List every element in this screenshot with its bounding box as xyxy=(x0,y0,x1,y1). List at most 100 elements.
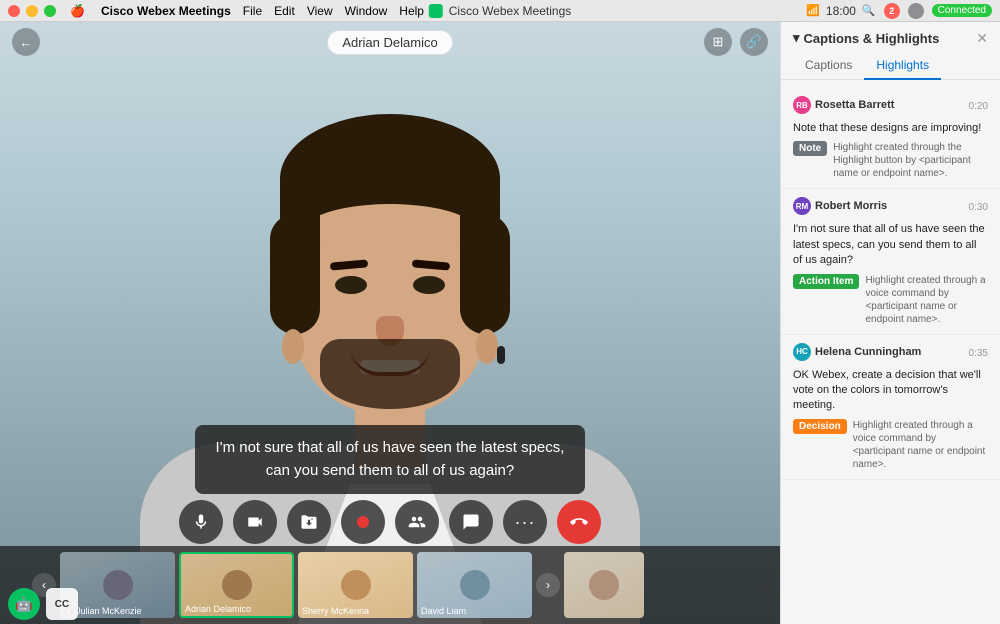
speaker-name-badge: Adrian Delamico xyxy=(327,30,452,55)
view-menu[interactable]: View xyxy=(301,4,339,18)
close-button[interactable] xyxy=(8,5,20,17)
highlight-user-row-2: HC Helena Cunningham xyxy=(793,343,921,361)
eye-left xyxy=(335,276,367,294)
badge-action-1: Action Item xyxy=(793,274,859,289)
highlight-badge-row-0: Note Highlight created through the Highl… xyxy=(793,141,988,180)
main-video: ← Adrian Delamico ⊞ 🔗 I'm not sure that … xyxy=(0,22,780,624)
tab-captions[interactable]: Captions xyxy=(793,52,864,80)
meeting-controls: ··· xyxy=(0,500,780,544)
window-title-text: Cisco Webex Meetings xyxy=(449,4,572,18)
closed-captions-button[interactable]: CC xyxy=(46,588,78,620)
highlight-item-0: RB Rosetta Barrett 0:20 Note that these … xyxy=(781,88,1000,189)
maximize-button[interactable] xyxy=(44,5,56,17)
highlight-user-row-1: RM Robert Morris xyxy=(793,197,887,215)
hair-left xyxy=(270,214,320,334)
status-icons: 📶 18:00 🔍 xyxy=(806,4,875,18)
avatar-1: RM xyxy=(793,197,811,215)
thumbnail-3[interactable]: David Liam xyxy=(417,552,532,618)
panel-header: ▾ Captions & Highlights ✕ Captions Highl… xyxy=(781,22,1000,80)
panel-tabs: Captions Highlights xyxy=(793,52,988,79)
panel-title-row: ▾ Captions & Highlights ✕ xyxy=(793,30,988,46)
highlight-name-1: Robert Morris xyxy=(815,200,887,212)
thumbnail-label-1: Adrian Delamico xyxy=(185,604,288,614)
connected-badge: Connected xyxy=(932,4,992,17)
participants-button[interactable] xyxy=(395,500,439,544)
panel-close-button[interactable]: ✕ xyxy=(976,31,988,45)
highlight-user-row-0: RB Rosetta Barrett xyxy=(793,96,894,114)
highlight-badge-row-2: Decision Highlight created through a voi… xyxy=(793,419,988,471)
thumbnail-2[interactable]: Sherry McKenna xyxy=(298,552,413,618)
highlight-header-1: RM Robert Morris 0:30 xyxy=(793,197,988,218)
avatar-0: RB xyxy=(793,96,811,114)
thumb-next-button[interactable]: › xyxy=(536,573,560,597)
time-display: 18:00 xyxy=(826,4,856,18)
more-button[interactable]: ··· xyxy=(503,500,547,544)
wifi-icon: 📶 xyxy=(806,4,820,17)
share-icon xyxy=(300,513,318,531)
edit-menu[interactable]: Edit xyxy=(268,4,301,18)
search-icon: 🔍 xyxy=(862,4,876,17)
more-dots: ··· xyxy=(515,512,536,533)
highlight-name-2: Helena Cunningham xyxy=(815,346,921,358)
eye-right xyxy=(413,276,445,294)
record-icon xyxy=(354,513,372,531)
back-button[interactable]: ← xyxy=(12,28,40,56)
end-call-button[interactable] xyxy=(557,500,601,544)
webex-bot-button[interactable]: 🤖 xyxy=(8,588,40,620)
highlight-item-2: HC Helena Cunningham 0:35 OK Webex, crea… xyxy=(781,335,1000,480)
right-panel: ▾ Captions & Highlights ✕ Captions Highl… xyxy=(780,22,1000,624)
chat-button[interactable] xyxy=(449,500,493,544)
highlight-quote-0: Note that these designs are improving! xyxy=(793,121,988,136)
ear-left xyxy=(282,329,304,364)
minimize-button[interactable] xyxy=(26,5,38,17)
tab-highlights[interactable]: Highlights xyxy=(864,52,941,80)
video-top-icons: ⊞ 🔗 xyxy=(704,28,768,56)
thumbnail-4[interactable] xyxy=(564,552,644,618)
highlight-time-2: 0:35 xyxy=(969,348,988,359)
record-button[interactable] xyxy=(341,500,385,544)
highlight-quote-2: OK Webex, create a decision that we'll v… xyxy=(793,368,988,414)
panel-title: ▾ Captions & Highlights xyxy=(793,30,939,46)
window-menu[interactable]: Window xyxy=(339,4,394,18)
highlight-name-0: Rosetta Barrett xyxy=(815,99,894,111)
ear-right xyxy=(476,329,498,364)
lock-icon-button[interactable]: 🔗 xyxy=(740,28,768,56)
thumbnail-1[interactable]: Adrian Delamico xyxy=(179,552,294,618)
bluetooth-earpiece xyxy=(497,346,505,364)
badge-decision-2: Decision xyxy=(793,419,847,434)
highlight-item-1: RM Robert Morris 0:30 I'm not sure that … xyxy=(781,189,1000,334)
thumbnail-label-0: 🔇 Julian McKenzie xyxy=(64,606,171,616)
main-container: ← Adrian Delamico ⊞ 🔗 I'm not sure that … xyxy=(0,22,1000,624)
window-controls xyxy=(8,5,56,17)
caption-text: I'm not sure that all of us have seen th… xyxy=(216,439,565,479)
app-name[interactable]: Cisco Webex Meetings xyxy=(95,4,237,18)
participants-icon xyxy=(408,513,426,531)
window-title-center: Cisco Webex Meetings xyxy=(429,4,572,18)
chevron-down-icon: ▾ xyxy=(793,30,800,46)
help-menu[interactable]: Help xyxy=(393,4,430,18)
highlight-time-0: 0:20 xyxy=(969,101,988,112)
layout-icon-button[interactable]: ⊞ xyxy=(704,28,732,56)
badge-note-0: Note xyxy=(793,141,827,156)
thumbnail-strip: ‹ 🔇 Julian McKenzie Adrian Delami xyxy=(0,546,780,624)
share-button[interactable] xyxy=(287,500,331,544)
webex-icon xyxy=(429,4,443,18)
mute-button[interactable] xyxy=(179,500,223,544)
caption-overlay: I'm not sure that all of us have seen th… xyxy=(195,425,585,494)
thumbnail-label-2: Sherry McKenna xyxy=(302,606,409,616)
thumbnail-label-3: David Liam xyxy=(421,606,528,616)
title-bar-right: 📶 18:00 🔍 2 Connected xyxy=(806,3,992,19)
file-menu[interactable]: File xyxy=(237,4,268,18)
end-call-icon xyxy=(570,513,588,531)
video-button[interactable] xyxy=(233,500,277,544)
mic-icon xyxy=(192,513,210,531)
highlight-badge-row-1: Action Item Highlight created through a … xyxy=(793,274,988,326)
highlight-desc-1: Highlight created through a voice comman… xyxy=(865,274,988,326)
video-area: ← Adrian Delamico ⊞ 🔗 I'm not sure that … xyxy=(0,22,780,624)
apple-menu[interactable]: 🍎 xyxy=(64,4,91,18)
highlights-list: RB Rosetta Barrett 0:20 Note that these … xyxy=(781,80,1000,624)
highlight-desc-2: Highlight created through a voice comman… xyxy=(853,419,988,471)
highlight-header-0: RB Rosetta Barrett 0:20 xyxy=(793,96,988,117)
title-bar: 🍎 Cisco Webex Meetings File Edit View Wi… xyxy=(0,0,1000,22)
status-dot xyxy=(908,3,924,19)
